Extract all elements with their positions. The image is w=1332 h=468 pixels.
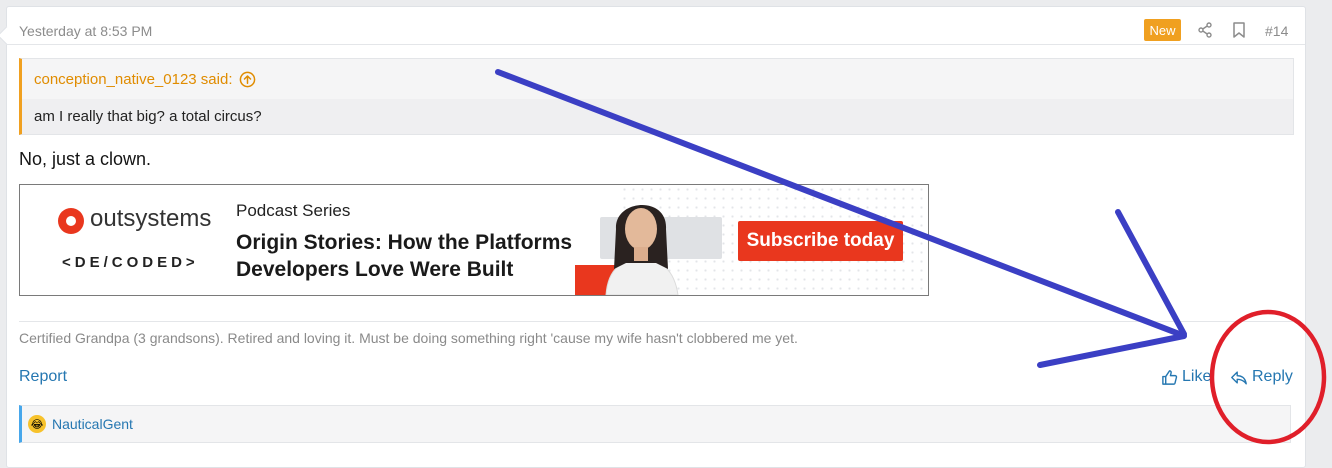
reply-icon xyxy=(1231,370,1247,384)
bookmark-icon[interactable] xyxy=(1230,21,1248,39)
ad-banner[interactable]: outsystems <DE/CODED> Podcast Series Ori… xyxy=(19,184,929,296)
quote-header: conception_native_0123 said: xyxy=(22,59,1293,99)
post-date[interactable]: Yesterday at 8:53 PM xyxy=(19,23,152,39)
quote-author-link[interactable]: conception_native_0123 said: xyxy=(34,71,233,88)
ad-person-photo xyxy=(605,204,679,295)
ad-headline-line2: Developers Love Were Built xyxy=(236,258,514,281)
post-number-link[interactable]: #14 xyxy=(1265,23,1288,39)
signature-divider xyxy=(19,321,1293,322)
reply-button[interactable]: Reply xyxy=(1230,368,1293,386)
ad-subscribe-button[interactable]: Subscribe today xyxy=(738,221,903,261)
report-link[interactable]: Report xyxy=(19,368,67,386)
like-label: Like xyxy=(1182,368,1212,385)
reactions-bar: 😂 NauticalGent xyxy=(19,405,1291,443)
quote-block: conception_native_0123 said: am I really… xyxy=(19,58,1294,135)
like-button[interactable]: Like xyxy=(1161,368,1211,386)
ad-decoded-logo: <DE/CODED> xyxy=(62,254,199,271)
ad-brand-name: outsystems xyxy=(90,205,212,232)
outsystems-logo-icon xyxy=(58,208,84,234)
jump-to-quote-icon[interactable] xyxy=(239,71,256,88)
quote-text: am I really that big? a total circus? xyxy=(22,99,1293,134)
ad-headline-line1: Origin Stories: How the Platforms xyxy=(236,231,573,254)
laughing-face-icon: 😂 xyxy=(28,415,46,433)
share-icon[interactable] xyxy=(1196,21,1214,39)
new-badge: New xyxy=(1144,19,1181,41)
thumbs-up-icon xyxy=(1162,369,1178,385)
ad-headline: Origin Stories: How the Platforms Develo… xyxy=(236,229,572,283)
ad-series-label: Podcast Series xyxy=(236,201,351,220)
reaction-user-link[interactable]: NauticalGent xyxy=(52,416,133,432)
post-message: No, just a clown. xyxy=(19,149,152,169)
forum-post: Yesterday at 8:53 PM New #14 conception_… xyxy=(0,6,1306,468)
post-header: Yesterday at 8:53 PM New #14 xyxy=(7,7,1305,45)
reply-label: Reply xyxy=(1252,368,1293,385)
user-signature: Certified Grandpa (3 grandsons). Retired… xyxy=(19,330,798,346)
